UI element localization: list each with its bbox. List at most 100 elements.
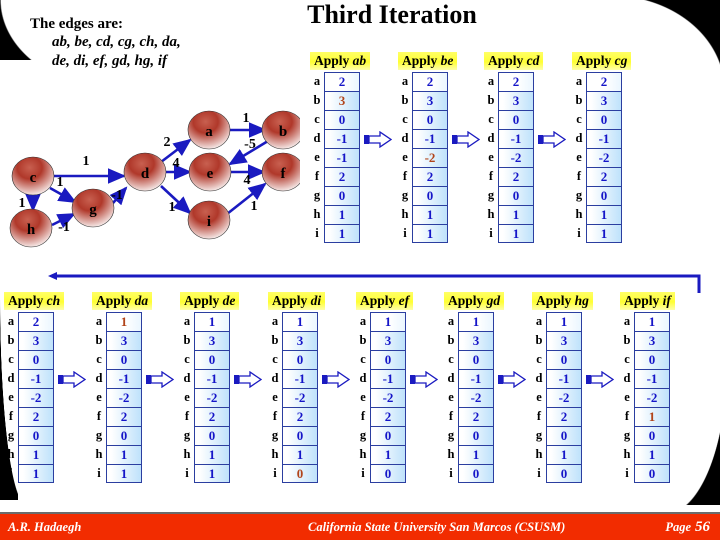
distance-cell-cd-d: -1	[498, 129, 534, 148]
edges-line-1: ab, be, cd, cg, ch, da,	[52, 34, 181, 50]
distance-cell-di-a: 1	[282, 312, 318, 331]
edge-weight-if: 1	[251, 199, 258, 214]
table-row: f2	[310, 167, 370, 186]
distance-cell-di-c: 0	[282, 350, 318, 369]
distance-cell-if-c: 0	[634, 350, 670, 369]
table-row: g0	[268, 426, 325, 445]
table-row: g0	[92, 426, 152, 445]
row-label-b: b	[313, 93, 321, 107]
row-label-d: d	[535, 371, 543, 385]
distance-cell-di-e: -2	[282, 388, 318, 407]
row-label-c: c	[360, 352, 366, 366]
distance-cell-gd-h: 1	[458, 445, 494, 464]
distance-cell-ch-e: -2	[18, 388, 54, 407]
table-row: g0	[484, 186, 543, 205]
table-row: g0	[398, 186, 457, 205]
row-label-f: f	[448, 409, 454, 423]
row-label-d: d	[359, 371, 367, 385]
row-label-i: i	[273, 466, 277, 480]
table-row: e -2	[356, 388, 413, 407]
table-row: d -1	[532, 369, 593, 388]
footer-author: A.R. Hadaegh	[8, 519, 82, 534]
row-label-b: b	[623, 333, 631, 347]
table-row: e -2	[4, 388, 64, 407]
row-label-d: d	[271, 371, 279, 385]
row-label-e: e	[8, 390, 14, 404]
distance-cell-ab-e: -1	[324, 148, 360, 167]
apply-table-body-da: a 1 b 3 c 0 d -1 e -2 f 2 g 0 h 1 i 1	[92, 312, 152, 483]
table-row: f2	[532, 407, 593, 426]
distance-cell-gd-e: -2	[458, 388, 494, 407]
distance-cell-da-d: -1	[106, 369, 142, 388]
table-row: i1	[398, 224, 457, 243]
apply-word: Apply	[448, 293, 484, 308]
footer-institution: California State University San Marcos (…	[307, 519, 566, 534]
row-label-f: f	[624, 409, 630, 423]
row-label-i: i	[577, 226, 581, 240]
row-label-f: f	[576, 169, 582, 183]
distance-cell-da-g: 0	[106, 426, 142, 445]
next-step-arrow-icon	[452, 130, 481, 149]
distance-cell-ab-f: 2	[324, 167, 360, 186]
table-row: f1	[620, 407, 675, 426]
distance-cell-de-h: 1	[194, 445, 230, 464]
row-label-b: b	[447, 333, 455, 347]
next-step-arrow-icon	[538, 130, 567, 149]
row-label-a: a	[313, 74, 321, 88]
row-label-c: c	[184, 352, 190, 366]
row-label-h: h	[575, 207, 583, 221]
row-label-g: g	[535, 428, 543, 442]
apply-table-body-de: a 1 b 3 c 0 d -1 e -2 f 2 g 0 h 1 i 1	[180, 312, 239, 483]
apply-word: Apply	[402, 53, 438, 68]
table-row: c0	[356, 350, 413, 369]
edge-weight-da: 2	[164, 135, 171, 150]
distance-cell-di-g: 0	[282, 426, 318, 445]
table-row: e -2	[484, 148, 543, 167]
table-row: d -1	[572, 129, 631, 148]
distance-cell-ch-b: 3	[18, 331, 54, 350]
apply-table-gd: Apply gd a 1 b 3 c 0 d -1 e -2 f 2 g 0 h 1 i 0	[444, 292, 527, 483]
row-label-i: i	[361, 466, 365, 480]
row-label-a: a	[535, 314, 543, 328]
graph-node-label-b: b	[279, 124, 287, 140]
table-row: i0	[532, 464, 593, 483]
row-label-a: a	[447, 314, 455, 328]
table-row: i1	[572, 224, 631, 243]
apply-table-header-cd: Apply cd	[484, 52, 544, 70]
row-label-h: h	[623, 447, 631, 461]
row-label-d: d	[623, 371, 631, 385]
apply-table-body-cd: a 2 b 3 c 0 d -1 e -2 f 2 g 0 h 1 i 1	[484, 72, 543, 243]
row-label-e: e	[576, 150, 582, 164]
next-step-arrow-icon	[322, 370, 351, 389]
distance-cell-ab-c: 0	[324, 110, 360, 129]
apply-table-ab: Apply ab a 2 b 3 c 0 d -1 e -1 f 2 g 0 h 1 i 1	[310, 52, 393, 243]
row-label-d: d	[95, 371, 103, 385]
apply-table-body-be: a 2 b 3 c 0 d -1 e -2 f 2 g 0 h 1 i 1	[398, 72, 457, 243]
apply-word: Apply	[8, 293, 44, 308]
distance-cell-da-b: 3	[106, 331, 142, 350]
distance-cell-da-i: 1	[106, 464, 142, 483]
row-label-b: b	[271, 333, 279, 347]
distance-cell-de-g: 0	[194, 426, 230, 445]
distance-cell-cd-g: 0	[498, 186, 534, 205]
apply-word: Apply	[184, 293, 220, 308]
distance-cell-di-b: 3	[282, 331, 318, 350]
row-label-b: b	[359, 333, 367, 347]
table-row: e -2	[268, 388, 325, 407]
table-row: a2	[398, 72, 457, 91]
table-row: c0	[444, 350, 504, 369]
apply-table-header-hg: Apply hg	[532, 292, 593, 310]
row-label-i: i	[403, 226, 407, 240]
distance-cell-cg-e: -2	[586, 148, 622, 167]
graph-node-label-a: a	[205, 124, 213, 140]
edges-label: The edges are:	[30, 16, 124, 32]
table-row: d -1	[4, 369, 64, 388]
graph-svg: c h g d a e i b f 1 1 1 -1 -1 2 4 1 1 -5…	[9, 110, 305, 248]
row-label-h: h	[359, 447, 367, 461]
apply-table-header-gd: Apply gd	[444, 292, 505, 310]
table-row: c0	[532, 350, 593, 369]
distance-cell-hg-a: 1	[546, 312, 582, 331]
distance-cell-gd-c: 0	[458, 350, 494, 369]
distance-cell-cg-f: 2	[586, 167, 622, 186]
row-label-f: f	[272, 409, 278, 423]
